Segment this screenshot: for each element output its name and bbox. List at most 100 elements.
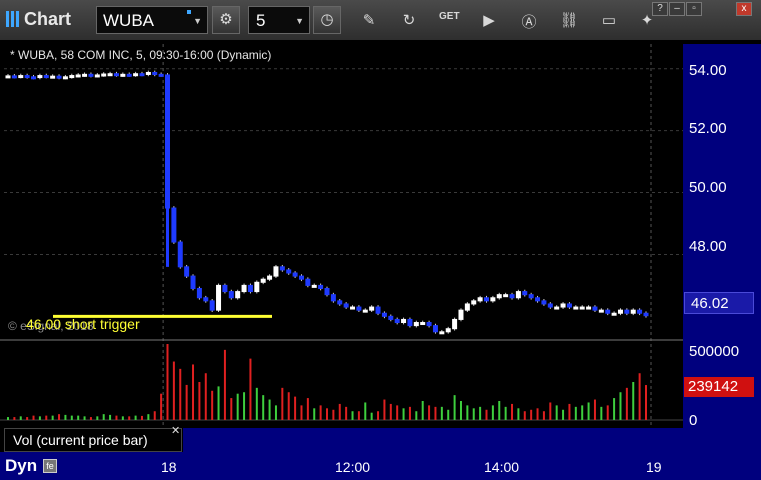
price-candle bbox=[190, 275, 196, 289]
price-candle bbox=[18, 75, 24, 79]
price-candle bbox=[471, 300, 477, 305]
price-candle bbox=[496, 294, 502, 299]
price-candle bbox=[617, 309, 623, 314]
price-candle bbox=[82, 73, 88, 77]
time-label: 12:00 bbox=[335, 459, 371, 475]
price-candle bbox=[452, 318, 458, 330]
price-candle bbox=[426, 322, 432, 327]
close-icon[interactable]: ✕ bbox=[171, 424, 180, 437]
price-candle bbox=[356, 306, 362, 311]
price-label: 52.00 bbox=[689, 120, 727, 137]
price-candle bbox=[375, 306, 381, 314]
price-candle bbox=[573, 306, 579, 310]
price-candle bbox=[133, 73, 139, 77]
price-candle bbox=[203, 297, 209, 302]
price-candle bbox=[165, 74, 170, 209]
price-label: 48.00 bbox=[689, 238, 727, 255]
volume-legend[interactable]: Vol (current price bar) bbox=[4, 428, 182, 452]
price-candle bbox=[152, 71, 158, 75]
price-candle bbox=[260, 278, 266, 283]
price-candle bbox=[267, 275, 273, 280]
price-candle bbox=[439, 331, 445, 335]
price-candle bbox=[254, 281, 260, 293]
price-candle bbox=[158, 73, 164, 77]
price-candle bbox=[209, 300, 215, 311]
price-candle bbox=[5, 75, 11, 79]
price-candle bbox=[241, 284, 247, 293]
price-candle bbox=[350, 306, 356, 310]
price-candle bbox=[305, 278, 311, 286]
price-candle bbox=[509, 294, 515, 299]
price-candle bbox=[279, 266, 285, 271]
volume-last-badge: 239142 bbox=[684, 377, 754, 397]
price-candle bbox=[184, 266, 190, 277]
price-candle bbox=[62, 76, 68, 80]
price-candle bbox=[171, 207, 177, 243]
price-candle bbox=[37, 75, 43, 79]
price-candle bbox=[401, 318, 407, 324]
price-candle bbox=[528, 294, 534, 299]
price-candle bbox=[75, 74, 81, 78]
chart-header: * WUBA, 58 COM INC, 5, 09:30-16:00 (Dyna… bbox=[10, 48, 272, 62]
price-candle bbox=[113, 73, 119, 77]
price-candle bbox=[101, 73, 107, 77]
price-candle bbox=[579, 306, 585, 310]
price-candle bbox=[381, 312, 387, 317]
price-candle bbox=[554, 306, 560, 310]
price-candle bbox=[515, 291, 521, 299]
price-candle bbox=[216, 284, 222, 311]
price-candle bbox=[31, 76, 37, 80]
dynamic-label[interactable]: Dyn bbox=[5, 456, 37, 476]
price-candle bbox=[420, 322, 426, 326]
volume-legend-text: Vol (current price bar) bbox=[13, 432, 148, 448]
price-candle bbox=[413, 322, 419, 327]
price-candle bbox=[547, 303, 553, 308]
price-candle bbox=[643, 312, 649, 317]
time-label: 14:00 bbox=[484, 459, 520, 475]
price-candle bbox=[388, 315, 394, 320]
time-label: 18 bbox=[161, 459, 177, 475]
price-candle bbox=[432, 325, 438, 333]
price-candle bbox=[273, 266, 279, 277]
price-candle bbox=[458, 309, 464, 320]
price-candle bbox=[535, 297, 541, 302]
price-label: 50.00 bbox=[689, 179, 727, 196]
price-candle bbox=[407, 318, 413, 327]
price-candle bbox=[337, 300, 343, 305]
price-candle bbox=[292, 272, 298, 277]
price-volume-chart[interactable] bbox=[0, 0, 761, 480]
price-candle bbox=[222, 284, 228, 293]
price-candle bbox=[637, 309, 643, 314]
price-candle bbox=[394, 318, 400, 324]
price-candle bbox=[298, 275, 304, 280]
short-trigger-annotation[interactable]: 46.00 short trigger bbox=[26, 316, 140, 332]
price-candle bbox=[490, 297, 496, 302]
price-candle bbox=[484, 297, 489, 302]
price-candle bbox=[330, 294, 336, 302]
price-candle bbox=[324, 287, 330, 296]
price-candle bbox=[343, 303, 349, 308]
price-candle bbox=[11, 75, 17, 79]
time-label: 19 bbox=[646, 459, 662, 475]
price-candle bbox=[126, 73, 132, 77]
price-candle bbox=[139, 73, 145, 77]
price-candle bbox=[464, 303, 470, 311]
price-candle bbox=[196, 287, 202, 299]
price-candle bbox=[369, 306, 375, 311]
dynamic-mode-icon[interactable]: fe bbox=[43, 459, 57, 473]
price-candle bbox=[592, 306, 598, 311]
price-candle bbox=[362, 309, 368, 313]
price-candle bbox=[145, 71, 151, 75]
volume-label: 500000 bbox=[689, 343, 740, 360]
price-candle bbox=[445, 328, 451, 333]
price-candle bbox=[56, 75, 62, 79]
price-candle bbox=[177, 241, 183, 268]
volume-legend-bar bbox=[183, 428, 683, 452]
price-candle bbox=[24, 75, 30, 79]
price-candle bbox=[286, 269, 292, 274]
price-candle bbox=[611, 312, 617, 316]
price-label: 54.00 bbox=[689, 62, 727, 79]
last-price-badge: 46.02 bbox=[684, 292, 754, 314]
price-candle bbox=[477, 297, 483, 302]
price-candle bbox=[69, 75, 75, 79]
